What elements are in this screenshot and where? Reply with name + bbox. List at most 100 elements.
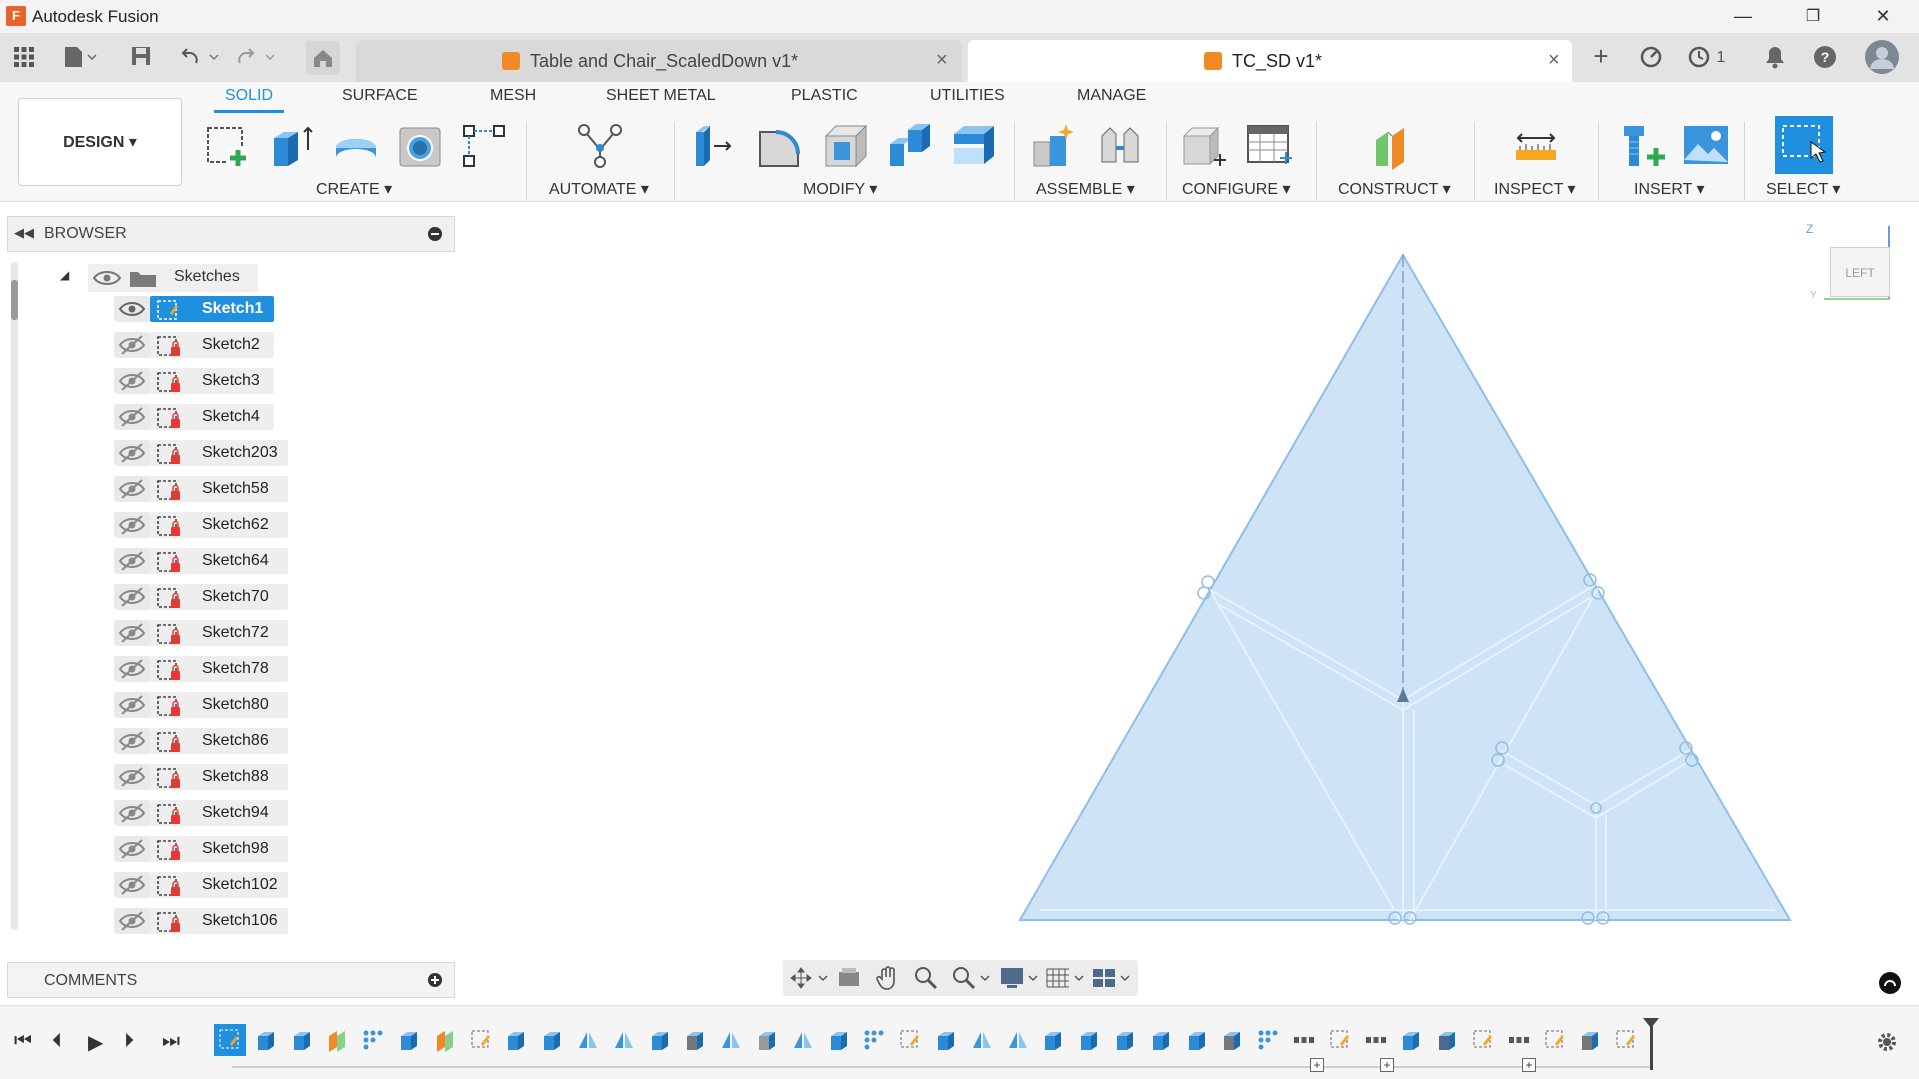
sketch-node[interactable]: Sketch2 [150, 332, 274, 358]
offset-plane-icon[interactable] [1370, 122, 1418, 170]
timeline-feature-combine[interactable] [1185, 1028, 1209, 1052]
configure-menu[interactable]: CONFIGURE ▾ [1182, 179, 1290, 199]
eye-hidden-icon[interactable] [114, 836, 150, 862]
shell-icon[interactable] [822, 122, 870, 170]
timeline-feature-plane[interactable] [325, 1028, 349, 1052]
new-tab-icon[interactable]: + [1586, 43, 1616, 69]
grid-settings-icon[interactable] [1045, 965, 1089, 991]
fillet-icon[interactable] [756, 122, 804, 170]
timeline-feature-pattern[interactable] [862, 1028, 886, 1052]
timeline-feature-box[interactable] [1578, 1028, 1602, 1052]
eye-icon[interactable] [114, 296, 150, 322]
insert-mcmaster-icon[interactable] [1620, 122, 1668, 170]
job-status-icon[interactable] [1686, 45, 1712, 71]
sketch-node[interactable]: Sketch94 [150, 800, 288, 826]
timeline-feature-sketch[interactable] [1471, 1028, 1495, 1052]
look-at-icon[interactable] [837, 966, 861, 990]
eye-hidden-icon[interactable] [114, 440, 150, 466]
eye-hidden-icon[interactable] [114, 512, 150, 538]
timeline-feature-extrude[interactable] [504, 1028, 528, 1052]
tab-plastic[interactable]: PLASTIC [791, 87, 858, 105]
go-to-end-icon[interactable]: ⏭ [162, 1030, 180, 1053]
tab-table-and-chair[interactable]: Table and Chair_ScaledDown v1* × [356, 40, 962, 82]
help-icon[interactable]: ? [1810, 45, 1840, 71]
timeline-feature-group[interactable] [1364, 1028, 1388, 1052]
eye-hidden-icon[interactable] [114, 404, 150, 430]
eye-hidden-icon[interactable] [114, 872, 150, 898]
orbit-icon[interactable] [789, 966, 829, 990]
timeline-feature-extrude[interactable] [397, 1028, 421, 1052]
sketch-canvas[interactable] [1000, 240, 1800, 940]
go-to-start-icon[interactable]: ⏮ [14, 1030, 32, 1053]
joint-icon[interactable] [1096, 122, 1144, 170]
timeline-feature-extrude[interactable] [1399, 1028, 1423, 1052]
zoom-icon[interactable] [913, 965, 939, 991]
home-icon[interactable] [306, 41, 340, 75]
combine-icon[interactable] [886, 122, 934, 170]
eye-hidden-icon[interactable] [114, 656, 150, 682]
insert-canvas-icon[interactable] [1682, 122, 1730, 170]
timeline-feature-combine[interactable] [1149, 1028, 1173, 1052]
expand-group-icon[interactable]: + [1522, 1058, 1536, 1072]
eye-hidden-icon[interactable] [114, 764, 150, 790]
restore-button[interactable]: ❐ [1790, 0, 1836, 33]
extrude-icon[interactable] [268, 122, 316, 170]
timeline-feature-box[interactable] [1220, 1028, 1244, 1052]
sketch-node[interactable]: Sketch1 [150, 296, 274, 322]
timeline-feature-combine[interactable] [1113, 1028, 1137, 1052]
timeline-feature-combine[interactable] [1077, 1028, 1101, 1052]
timeline-feature-sketch[interactable] [469, 1028, 493, 1052]
sketch-node[interactable]: Sketch72 [150, 620, 288, 646]
automate-icon[interactable] [576, 122, 624, 170]
eye-hidden-icon[interactable] [114, 620, 150, 646]
timeline-feature-sketch[interactable] [1614, 1028, 1638, 1052]
timeline-feature-fillet[interactable] [755, 1028, 779, 1052]
step-back-icon[interactable]: ⏴ [52, 1030, 62, 1053]
tab-surface[interactable]: SURFACE [342, 87, 418, 105]
minimize-button[interactable]: — [1720, 0, 1766, 33]
timeline-feature-sketch[interactable] [1543, 1028, 1567, 1052]
sketch-node[interactable]: Sketch62 [150, 512, 288, 538]
workspace-switcher-button[interactable]: DESIGN ▾ [18, 98, 182, 186]
eye-hidden-icon[interactable] [114, 728, 150, 754]
eye-hidden-icon[interactable] [114, 476, 150, 502]
add-comment-icon[interactable] [428, 973, 442, 987]
measure-icon[interactable] [1512, 122, 1560, 170]
feedback-icon[interactable] [1879, 972, 1901, 994]
timeline-feature-sketch[interactable] [214, 1024, 246, 1056]
revolve-icon[interactable] [332, 122, 380, 170]
construct-menu[interactable]: CONSTRUCT ▾ [1338, 179, 1451, 199]
tab-sheet-metal[interactable]: SHEET METAL [606, 87, 716, 105]
undo-icon[interactable] [178, 45, 222, 71]
timeline-feature-extrude[interactable] [827, 1028, 851, 1052]
assemble-menu[interactable]: ASSEMBLE ▾ [1036, 179, 1135, 199]
tab-solid[interactable]: SOLID [225, 87, 273, 105]
timeline-marker[interactable] [1650, 1022, 1653, 1070]
timeline-feature-mirror[interactable] [791, 1028, 815, 1052]
timeline-feature-box[interactable] [683, 1028, 707, 1052]
timeline-feature-mirror[interactable] [719, 1028, 743, 1052]
expand-group-icon[interactable]: + [1310, 1058, 1324, 1072]
pattern-icon[interactable] [460, 122, 508, 170]
timeline-feature-combine[interactable] [1041, 1028, 1065, 1052]
timeline-feature-sketch[interactable] [1328, 1028, 1352, 1052]
timeline-feature-table[interactable] [1435, 1028, 1459, 1052]
extensions-icon[interactable] [1636, 45, 1666, 71]
view-cube[interactable]: Z LEFT Y [1806, 222, 1906, 312]
automate-menu[interactable]: AUTOMATE ▾ [549, 179, 649, 199]
notifications-bell-icon[interactable] [1760, 45, 1790, 71]
sketch-node[interactable]: Sketch80 [150, 692, 288, 718]
timeline-feature-pattern[interactable] [361, 1028, 385, 1052]
timeline-feature-combine[interactable] [648, 1028, 672, 1052]
eye-hidden-icon[interactable] [114, 584, 150, 610]
sketch-node[interactable]: Sketch102 [150, 872, 288, 898]
redo-icon[interactable] [234, 45, 278, 71]
timeline-feature-extrude[interactable] [540, 1028, 564, 1052]
play-icon[interactable]: ▶ [88, 1030, 103, 1055]
sketch-node[interactable]: Sketch203 [150, 440, 288, 466]
save-icon[interactable] [128, 45, 154, 71]
user-avatar[interactable] [1864, 39, 1900, 75]
tab-mesh[interactable]: MESH [490, 87, 536, 105]
file-menu-icon[interactable] [60, 45, 100, 71]
sketch-node[interactable]: Sketch4 [150, 404, 274, 430]
